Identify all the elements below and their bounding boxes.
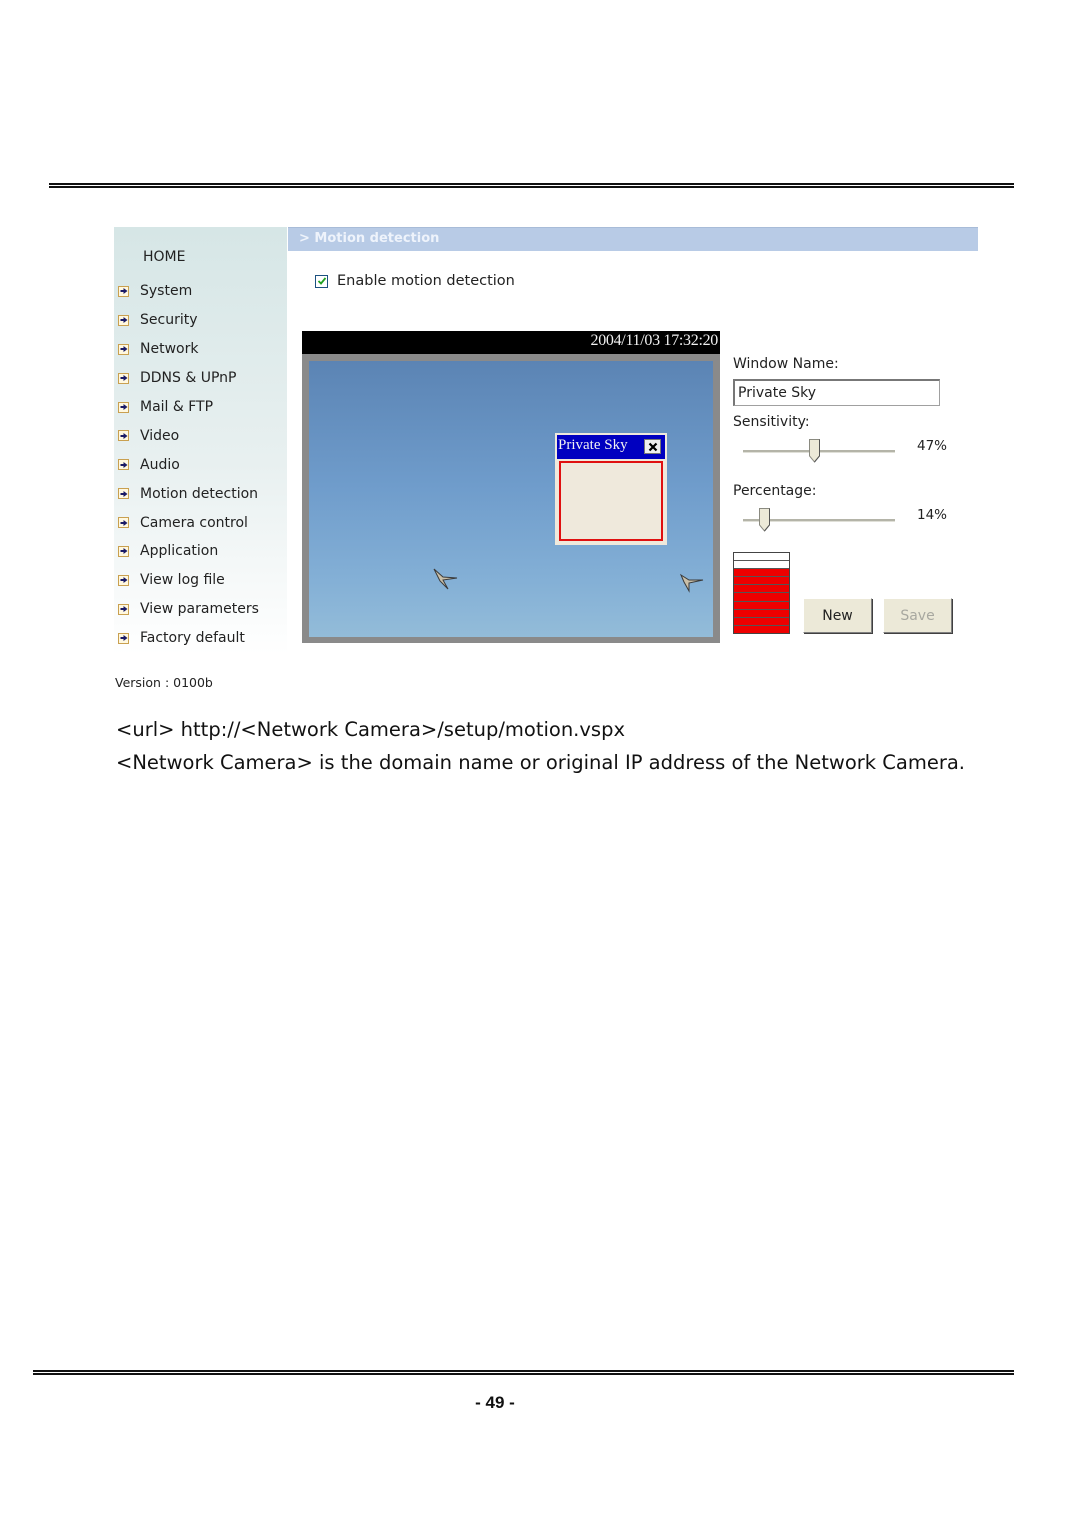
- sidebar-item-label: Factory default: [140, 630, 245, 647]
- sidebar-item-view-parameters[interactable]: View parameters: [118, 595, 259, 624]
- arrow-right-icon: [118, 314, 129, 326]
- enable-motion-label: Enable motion detection: [337, 273, 515, 289]
- header-rule: [49, 183, 1014, 188]
- enable-motion-checkbox[interactable]: [315, 274, 328, 288]
- meter-segment-filled: [734, 625, 789, 633]
- arrow-right-icon: [118, 632, 129, 644]
- sidebar-item-factory-default[interactable]: Factory default: [118, 624, 259, 653]
- sidebar-item-network[interactable]: Network: [118, 335, 259, 364]
- arrow-right-icon: [118, 285, 129, 297]
- bird-image: [433, 568, 458, 590]
- sidebar-item-label: Motion detection: [140, 485, 259, 502]
- sidebar-item-security[interactable]: Security: [118, 306, 259, 335]
- sidebar-item-label: View log file: [140, 572, 225, 589]
- sidebar-item-label: View parameters: [140, 601, 259, 618]
- arrow-right-icon: [118, 372, 129, 384]
- motion-window-close-button[interactable]: [644, 439, 661, 454]
- checkmark-icon: [317, 277, 326, 285]
- url-note-line: <Network Camera> is the domain name or o…: [116, 751, 966, 774]
- sensitivity-value: 47%: [917, 438, 948, 454]
- save-button[interactable]: Save: [883, 598, 952, 633]
- arrow-right-icon: [118, 343, 129, 355]
- sidebar-item-ddns-upnp[interactable]: DDNS & UPnP: [118, 364, 259, 393]
- sidebar-item-label: Security: [140, 312, 198, 329]
- motion-window-area[interactable]: [559, 461, 663, 541]
- percentage-label: Percentage:: [733, 483, 817, 499]
- enable-motion-detection[interactable]: Enable motion detection: [315, 273, 515, 289]
- sidebar-item-motion-detection[interactable]: Motion detection: [118, 479, 259, 508]
- sidebar-item-label: Mail & FTP: [140, 399, 214, 415]
- meter-segment-filled: [734, 617, 789, 626]
- sidebar-item-audio[interactable]: Audio: [118, 450, 259, 479]
- slider-thumb[interactable]: [809, 439, 821, 463]
- close-icon: [648, 442, 657, 451]
- window-name-input[interactable]: [733, 379, 940, 406]
- meter-segment-filled: [734, 609, 789, 618]
- url-line: <url> http://<Network Camera>/setup/moti…: [116, 718, 625, 741]
- arrow-right-icon: [118, 401, 129, 413]
- sidebar-item-view-log-file[interactable]: View log file: [118, 566, 259, 595]
- arrow-right-icon: [118, 603, 129, 615]
- sidebar-item-label: Network: [140, 341, 199, 358]
- arrow-right-icon: [118, 430, 129, 442]
- timestamp: 2004/11/03 17:32:20: [590, 332, 719, 349]
- timestamp-bar: 2004/11/03 17:32:20: [302, 331, 720, 354]
- section-title-bar: > Motion detection: [288, 227, 978, 251]
- arrow-right-icon: [118, 488, 129, 500]
- sidebar: HOME System Security Network DDNS & UPnP Mai…: [114, 227, 287, 655]
- slider-thumb[interactable]: [759, 508, 771, 532]
- sensitivity-slider[interactable]: [743, 439, 895, 463]
- arrow-right-icon: [118, 574, 129, 586]
- meter-segment-filled: [734, 601, 789, 610]
- arrow-right-icon: [118, 545, 129, 557]
- sidebar-item-mail-ftp[interactable]: Mail & FTP: [118, 393, 259, 422]
- sidebar-item-camera-control[interactable]: Camera control: [118, 508, 259, 537]
- sidebar-item-application[interactable]: Application: [118, 537, 259, 566]
- meter-segment-empty: [734, 561, 789, 570]
- new-button[interactable]: New: [803, 598, 872, 633]
- arrow-right-icon: [118, 517, 129, 529]
- meter-segment-filled: [734, 593, 789, 602]
- motion-window[interactable]: Private Sky: [555, 433, 667, 545]
- sidebar-item-video[interactable]: Video: [118, 421, 259, 450]
- sensitivity-label: Sensitivity:: [733, 414, 810, 430]
- sidebar-item-label: Video: [140, 427, 180, 444]
- activity-meter: [733, 552, 790, 634]
- page-title: > Motion detection: [299, 231, 440, 246]
- percentage-slider[interactable]: [743, 508, 895, 532]
- footer-rule: [33, 1370, 1014, 1375]
- sidebar-item-home[interactable]: HOME: [143, 249, 185, 265]
- sidebar-nav: System Security Network DDNS & UPnP Mail & F…: [118, 277, 259, 653]
- sidebar-item-label: Audio: [140, 456, 180, 473]
- window-name-label: Window Name:: [733, 356, 839, 372]
- camera-view[interactable]: Private Sky: [309, 361, 713, 637]
- video-frame: 2004/11/03 17:32:20 Private Sky: [302, 331, 720, 643]
- version-label: Version : 0100b: [115, 675, 213, 690]
- sidebar-item-label: Camera control: [140, 514, 248, 531]
- page-number: - 49 -: [475, 1393, 515, 1412]
- meter-segment-filled: [734, 585, 789, 594]
- sidebar-item-label: System: [140, 283, 193, 300]
- motion-window-title: Private Sky: [558, 437, 628, 453]
- bird-image: [679, 573, 704, 593]
- arrow-right-icon: [118, 459, 129, 471]
- meter-segment-empty: [734, 553, 789, 562]
- sidebar-item-label: DDNS & UPnP: [140, 370, 237, 387]
- motion-window-titlebar[interactable]: Private Sky: [557, 435, 665, 459]
- percentage-value: 14%: [917, 507, 948, 523]
- sidebar-item-system[interactable]: System: [118, 277, 259, 306]
- meter-segment-filled: [734, 569, 789, 578]
- meter-segment-filled: [734, 577, 789, 586]
- sidebar-item-label: Application: [140, 543, 219, 560]
